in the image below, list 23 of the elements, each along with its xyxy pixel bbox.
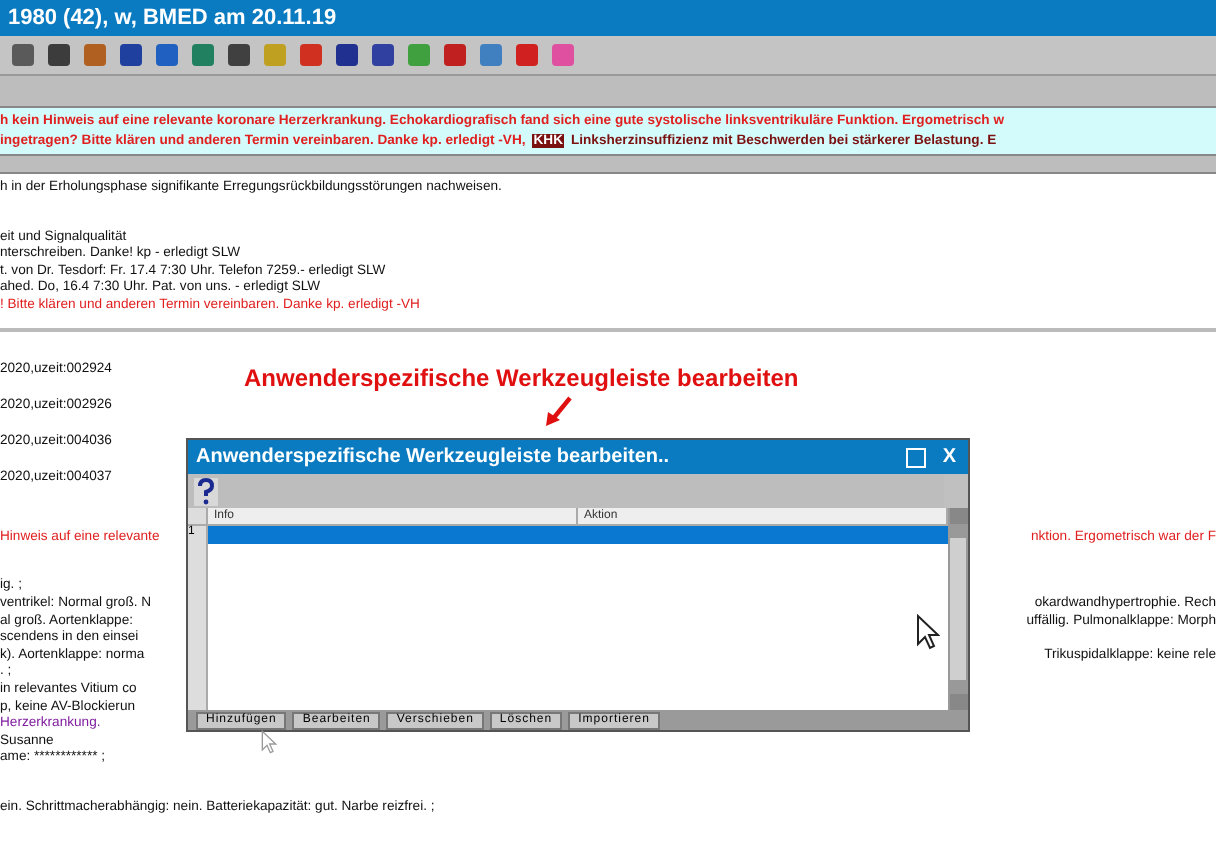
cursor-icon bbox=[916, 614, 940, 650]
toolbar-icon[interactable] bbox=[480, 44, 502, 66]
toolbar-icon[interactable] bbox=[48, 44, 70, 66]
toolbar-icon[interactable] bbox=[372, 44, 394, 66]
toolbar-icon[interactable] bbox=[120, 44, 142, 66]
toolbar-icon[interactable] bbox=[336, 44, 358, 66]
toolbar-icon[interactable] bbox=[228, 44, 250, 66]
cursor-icon bbox=[260, 730, 278, 754]
dialog-title: Anwenderspezifische Werkzeugleiste bearbeiten.. bbox=[196, 446, 672, 468]
scrollbar[interactable] bbox=[948, 508, 968, 710]
annotation-label: Anwenderspezifische Werkzeugleiste bearbeiten bbox=[244, 364, 799, 392]
toolbar-icon[interactable] bbox=[300, 44, 322, 66]
maximize-icon[interactable] bbox=[906, 447, 927, 467]
toolbar-icon[interactable] bbox=[444, 44, 466, 66]
annotation-arrow bbox=[546, 396, 572, 426]
toolbar-icon[interactable] bbox=[156, 44, 178, 66]
window-title: 1980 (42), w, BMED am 20.11.19 bbox=[0, 0, 1216, 36]
toolbar-icon[interactable] bbox=[516, 44, 538, 66]
toolbar-icon[interactable] bbox=[12, 44, 34, 66]
toolbar-icon[interactable] bbox=[192, 44, 214, 66]
close-button[interactable]: X bbox=[938, 446, 960, 468]
toolbar-icon[interactable] bbox=[84, 44, 106, 66]
help-icon[interactable] bbox=[194, 477, 218, 505]
